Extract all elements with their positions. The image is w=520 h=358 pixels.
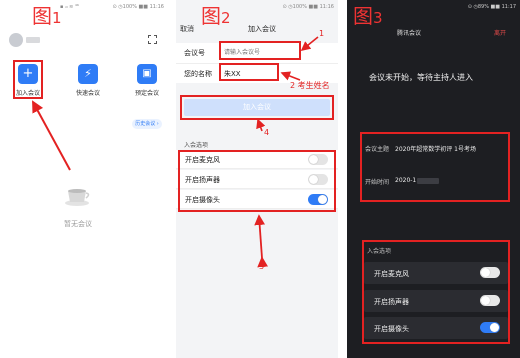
lightning-icon: ⚡ [78, 64, 98, 84]
figure-label-1: 图1 [32, 4, 62, 28]
name-label: 您的名称 [184, 70, 212, 78]
start-time-value: 2020-1 [395, 177, 417, 184]
figure-label-3: 图3 [353, 4, 383, 28]
option-row-speaker: 开启扬声器 [364, 290, 508, 312]
home-screen: ▪ ᵢₗₗ ≋ ⁴⁶ ⊙ ◷100% ■■ 11:16 图1 + 加入会议 ⚡ … [0, 0, 168, 358]
step-label-2: 2 考生姓名 [290, 81, 330, 90]
calendar-icon: ▣ [137, 64, 157, 84]
step-label-1: 1 [319, 29, 325, 38]
highlight-name [219, 63, 279, 81]
start-time-label: 开始时间 [365, 179, 390, 186]
page-title: 加入会议 [248, 25, 276, 33]
microphone-toggle[interactable] [480, 267, 500, 278]
topic-value: 2020年超常数学初评 1号考场 [395, 146, 476, 153]
option-row-microphone: 开启麦克风 [364, 262, 508, 284]
highlight-join-button [180, 95, 334, 120]
empty-coffee-icon [64, 183, 94, 207]
join-meeting-screen: ⊙ ◷100% ■■ 11:16 取消 图2 加入会议 会议号 您的名称 朱XX… [176, 0, 338, 358]
highlight-meeting-id [219, 41, 301, 60]
start-time-blurred [417, 178, 439, 184]
topic-label: 会议主题 [365, 146, 390, 153]
status-bar-time: ⊙ ◷100% ■■ 11:16 [112, 4, 164, 10]
options-header: 入会选项 [184, 142, 209, 149]
schedule-meeting-label: 预定会议 [134, 90, 159, 97]
meeting-id-label: 会议号 [184, 49, 205, 57]
camera-toggle[interactable] [480, 322, 500, 333]
option-row-camera: 开启摄像头 [364, 317, 508, 339]
speaker-toggle[interactable] [480, 295, 500, 306]
leave-button[interactable]: 离开 [494, 28, 506, 37]
highlight-meeting-info [360, 132, 510, 202]
options-header: 入会选项 [367, 248, 392, 255]
waiting-room-screen: ⊙ ◷89% ■■ 11:17 图3 腾讯会议 离开 会议未开始，等待主持人进入… [347, 0, 520, 358]
figure-label-2: 图2 [201, 4, 231, 28]
waiting-message: 会议未开始，等待主持人进入 [369, 73, 473, 82]
step-label-4: 4 [264, 128, 270, 137]
step-label-3: 3 [259, 262, 265, 271]
highlight-options [178, 150, 336, 212]
highlight-join-action [13, 60, 43, 99]
username-blurred [26, 37, 40, 43]
empty-state-text: 暂无会议 [64, 220, 92, 228]
app-title: 腾讯会议 [397, 30, 422, 37]
avatar[interactable] [9, 33, 23, 47]
scan-icon[interactable] [148, 35, 157, 44]
status-bar-time: ⊙ ◷100% ■■ 11:16 [282, 4, 334, 10]
status-bar-signal: ▪ ᵢₗₗ ≋ ⁴⁶ [60, 4, 79, 10]
history-meetings-button[interactable]: 历史会议 › [132, 119, 162, 129]
cancel-button[interactable]: 取消 [180, 24, 194, 34]
status-bar-time: ⊙ ◷89% ■■ 11:17 [467, 4, 516, 10]
quick-meeting-label: 快速会议 [75, 90, 100, 97]
